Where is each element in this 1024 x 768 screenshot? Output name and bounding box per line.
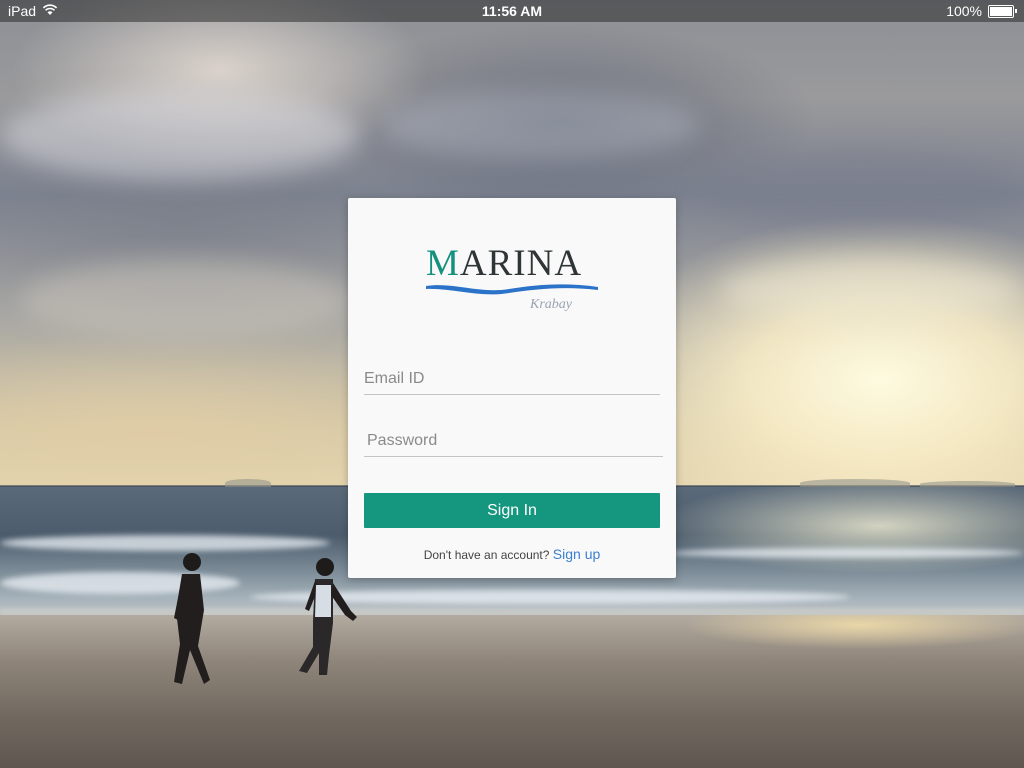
marina-logo: MARINA Krabay [426,244,601,320]
background-wave [670,548,1024,558]
battery-fill [990,6,1012,16]
logo-tagline: Krabay [530,297,572,312]
child-silhouette [174,553,210,684]
status-right: 100% [946,3,1017,19]
battery-percent: 100% [946,3,982,19]
status-bar: iPad 11:56 AM 100% [0,0,1024,22]
background-island [225,479,271,487]
battery-tip [1015,8,1017,13]
login-screen: iPad 11:56 AM 100% MARINA Krabay Email I… [0,0,1024,768]
logo-first-letter: M [426,243,460,284]
password-field[interactable] [364,426,663,457]
logo-wordmark: MARINA [426,244,582,284]
background-island [800,479,910,487]
background-cloud [700,150,1020,230]
status-time: 11:56 AM [481,3,543,19]
signup-prompt: Don't have an account? [423,548,550,562]
sign-up-link[interactable]: Sign up [553,546,600,562]
background-cloud [380,90,700,160]
logo-rest: ARINA [459,243,583,284]
background-beach [0,615,1024,768]
background-island [920,481,1015,487]
email-field[interactable] [364,364,660,395]
signup-line: Don't have an account? Sign up [348,546,676,562]
background-cloud [720,260,1020,320]
sign-in-button[interactable]: Sign In [364,493,660,528]
background-cloud [0,90,360,180]
logo-wave-icon [426,284,598,295]
login-card: MARINA Krabay Sign In Don't have an acco… [348,198,676,578]
background-cloud [20,260,350,340]
battery-icon [988,4,1017,18]
